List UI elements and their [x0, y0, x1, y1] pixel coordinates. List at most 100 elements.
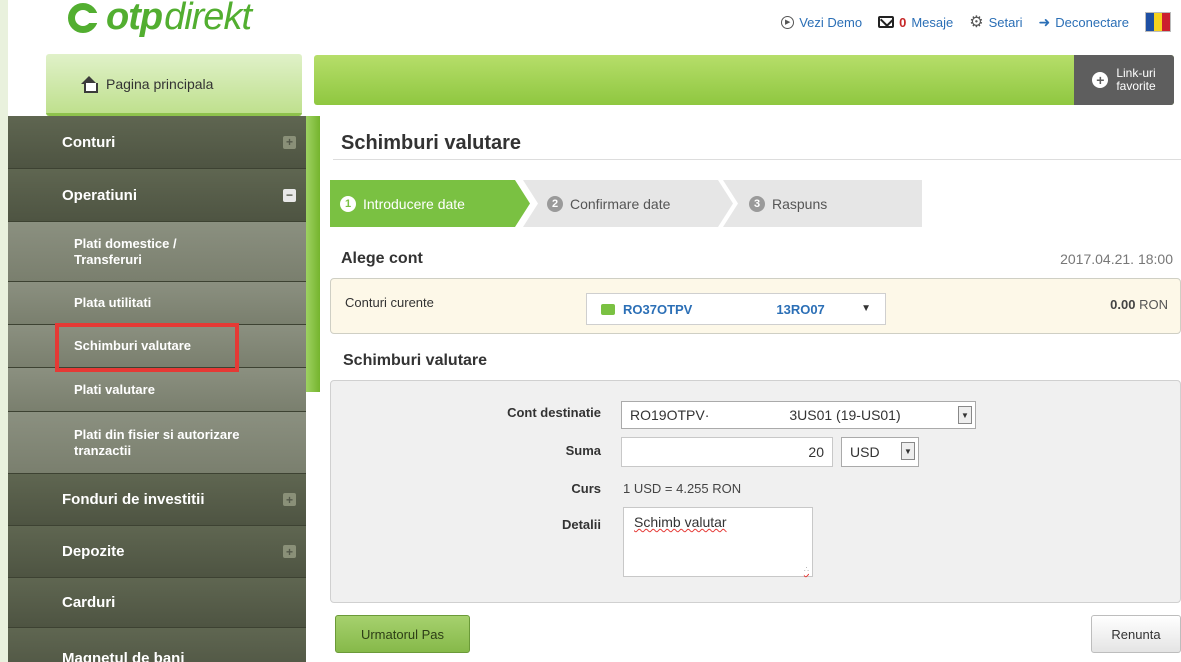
step-number: 1 [340, 195, 356, 212]
choose-account-title: Alege cont [341, 250, 423, 267]
wallet-icon [601, 303, 615, 315]
step-number: 3 [749, 195, 765, 212]
destination-account-part2: 3US01 (19-US01) [789, 407, 901, 423]
currency-select[interactable]: USD ▼ [841, 437, 919, 467]
play-circle-icon: ▶ [781, 15, 795, 29]
amount-input[interactable]: 20 [621, 437, 833, 467]
home-link[interactable]: Pagina principala [46, 54, 302, 116]
chevron-down-icon: ▼ [901, 442, 915, 460]
expand-icon[interactable]: + [283, 545, 296, 558]
messages-label: Mesaje [911, 14, 954, 30]
cancel-button[interactable]: Renunta [1091, 615, 1181, 653]
sidebar-item-label: Depozite [62, 543, 125, 560]
sidebar: Conturi + Operatiuni − Plati domestice /… [8, 116, 306, 662]
logo-suffix: direkt [164, 0, 252, 38]
chevron-down-icon: ▼ [861, 303, 871, 314]
sidebar-item-plata-utilitati[interactable]: Plata utilitati [8, 282, 306, 325]
sidebar-item-label: Plata utilitati [74, 295, 152, 310]
logo-brand: otp [106, 0, 163, 38]
details-textarea[interactable]: Schimb valutar ∴ [623, 507, 813, 577]
messages-link[interactable]: 0 Mesaje [878, 15, 953, 30]
sidebar-item-plati-din-fisier[interactable]: Plati din fisier si autorizare tranzacti… [8, 412, 306, 474]
envelope-icon [878, 16, 895, 28]
sidebar-item-label: Plati domestice / Transferuri [74, 235, 177, 267]
app-canvas: otp direkt ▶ Vezi Demo 0 Mesaje ⚙ Setari… [8, 0, 1181, 662]
sidebar-item-label: Operatiuni [62, 186, 138, 204]
sidebar-item-label: Plati valutare [74, 381, 155, 397]
top-navigation: ▶ Vezi Demo 0 Mesaje ⚙ Setari ➜ Deconect… [781, 12, 1171, 32]
collapse-icon[interactable]: − [283, 188, 296, 202]
flag-stripe-yellow [1154, 13, 1162, 31]
expand-icon[interactable]: + [283, 493, 296, 506]
otp-direkt-logo[interactable]: otp direkt [68, 0, 252, 46]
flag-stripe-red [1162, 13, 1170, 31]
demo-label: Vezi Demo [799, 14, 863, 30]
step-label: Confirmare date [570, 195, 671, 212]
sidebar-accent-strip [306, 116, 320, 392]
plus-circle-icon: + [1092, 72, 1109, 88]
sidebar-item-carduri[interactable]: Carduri [8, 578, 306, 628]
details-label: Detalii [561, 517, 601, 532]
sidebar-item-operatiuni[interactable]: Operatiuni − [8, 169, 306, 222]
sidebar-item-plati-domestice[interactable]: Plati domestice / Transferuri [8, 222, 306, 282]
favorite-links-line1: Link-uri [1116, 66, 1156, 80]
next-step-button[interactable]: Urmatorul Pas [335, 615, 470, 653]
balance-amount: 0.00 [1110, 297, 1136, 312]
favorite-links-line2: favorite [1116, 79, 1156, 93]
account-iban-part1: RO37OTPV [623, 301, 693, 317]
sidebar-item-label: Carduri [62, 594, 116, 611]
account-balance: 0.00 RON [1110, 297, 1168, 312]
settings-link[interactable]: ⚙ Setari [969, 12, 1022, 32]
account-select[interactable]: RO37OTPV 13RO07 ▼ [586, 293, 886, 325]
active-item-highlight [55, 323, 239, 372]
exchange-section-title: Schimburi valutare [343, 352, 488, 369]
details-value: Schimb valutar [634, 514, 727, 530]
logout-label: Deconectare [1055, 14, 1129, 30]
demo-link[interactable]: ▶ Vezi Demo [781, 15, 862, 30]
settings-label: Setari [988, 14, 1023, 30]
currency-value: USD [850, 444, 880, 460]
exchange-rate: 1 USD = 4.255 RON [623, 481, 742, 496]
sidebar-item-plati-valutare[interactable]: Plati valutare [8, 368, 306, 412]
resize-grip-icon[interactable]: ∴ [804, 565, 809, 574]
account-iban-part2: 13RO07 [776, 301, 825, 317]
banner-bar [314, 55, 1174, 105]
flag-stripe-blue [1146, 13, 1154, 31]
sidebar-item-fonduri-de-investitii[interactable]: Fonduri de investitii + [8, 474, 306, 526]
destination-account-part1: RO19OTPV· [630, 407, 710, 423]
sidebar-item-label: Magnetul de bani [62, 650, 185, 662]
sidebar-item-conturi[interactable]: Conturi + [8, 116, 306, 169]
account-type-label: Conturi curente [345, 295, 434, 310]
step-label: Raspuns [772, 195, 828, 212]
destination-account-select[interactable]: RO19OTPV· 3US01 (19-US01) ▼ [621, 401, 976, 429]
timestamp: 2017.04.21. 18:00 [1060, 251, 1173, 267]
sidebar-item-magnetul-de-bani[interactable]: Magnetul de bani [8, 628, 306, 662]
step-introducere-date: 1 Introducere date [330, 180, 530, 227]
logout-link[interactable]: ➜ Deconectare [1039, 14, 1129, 31]
exchange-form: Cont destinatie RO19OTPV· 3US01 (19-US01… [330, 380, 1181, 603]
step-confirmare-date: 2 Confirmare date [523, 180, 733, 227]
account-selector-panel: Conturi curente RO37OTPV 13RO07 ▼ 0.00 R… [330, 278, 1181, 334]
sidebar-item-depozite[interactable]: Depozite + [8, 526, 306, 578]
home-icon [80, 75, 98, 93]
rate-label: Curs [571, 481, 601, 496]
sidebar-item-label: Conturi [62, 133, 116, 151]
messages-count: 0 [899, 14, 907, 30]
step-raspuns: 3 Raspuns [723, 180, 922, 227]
logout-arrow-icon: ➜ [1038, 13, 1051, 30]
wizard-steps: 1 Introducere date 2 Confirmare date 3 R… [330, 180, 922, 227]
language-flag-icon[interactable] [1145, 12, 1171, 32]
step-number: 2 [547, 195, 563, 212]
page-title: Schimburi valutare [341, 132, 522, 154]
gear-icon: ⚙ [969, 14, 984, 31]
step-label: Introducere date [363, 195, 465, 212]
balance-currency: RON [1139, 297, 1168, 312]
logo-mark-icon [68, 3, 99, 33]
destination-account-label: Cont destinatie [507, 405, 601, 420]
amount-label: Suma [565, 443, 601, 458]
chevron-down-icon: ▼ [958, 406, 972, 424]
sidebar-item-label: Plati din fisier si autorizare tranzacti… [74, 426, 240, 458]
home-label: Pagina principala [106, 75, 214, 92]
expand-icon[interactable]: + [283, 135, 296, 149]
favorite-links-button[interactable]: + Link-uri favorite [1074, 55, 1174, 105]
